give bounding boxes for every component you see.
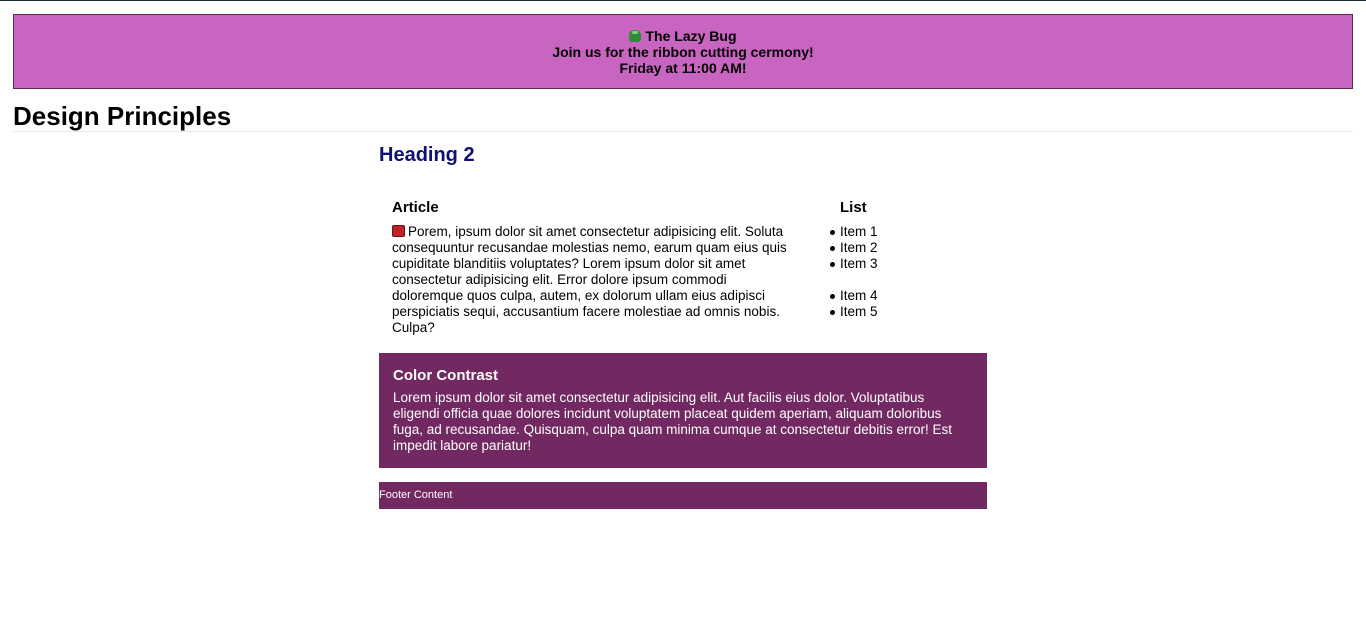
title-divider [13,131,1353,132]
contrast-text: Lorem ipsum dolor sit amet consectetur a… [393,390,953,453]
banner-announcement: Join us for the ribbon cutting cermony! [552,44,814,60]
page-footer: Footer Content [379,482,987,509]
list-section: List Item 1 Item 2 Item 3 Item 4 Item 5 [830,199,960,320]
list-heading: List [840,199,867,216]
contrast-heading: Color Contrast [393,367,498,384]
list-item: Item 5 [830,304,960,320]
article-section: Article Porem, ipsum dolor sit amet cons… [392,199,797,336]
banner-time: Friday at 11:00 AM! [619,60,747,76]
list-item: Item 2 [830,240,960,256]
bug-icon [629,30,642,42]
page-title: Design Principles [13,101,232,131]
top-border [0,0,1366,1]
color-contrast-box: Color Contrast Lorem ipsum dolor sit ame… [379,353,987,468]
item-list: Item 1 Item 2 Item 3 Item 4 Item 5 [830,224,960,320]
footer-text: Footer Content [379,489,453,501]
list-item: Item 1 [830,224,960,240]
banner-title-line: The Lazy Bug [14,28,1352,44]
book-icon [392,225,405,237]
article-body: Porem, ipsum dolor sit amet consectetur … [392,224,797,336]
list-item: Item 3 [830,256,960,272]
announcement-banner: The Lazy Bug Join us for the ribbon cutt… [13,14,1353,89]
list-item: Item 4 [830,288,960,304]
article-heading: Article [392,199,439,216]
section-heading: Heading 2 [379,144,475,166]
article-text: Porem, ipsum dolor sit amet consectetur … [392,224,787,335]
banner-business-name: The Lazy Bug [645,28,737,44]
